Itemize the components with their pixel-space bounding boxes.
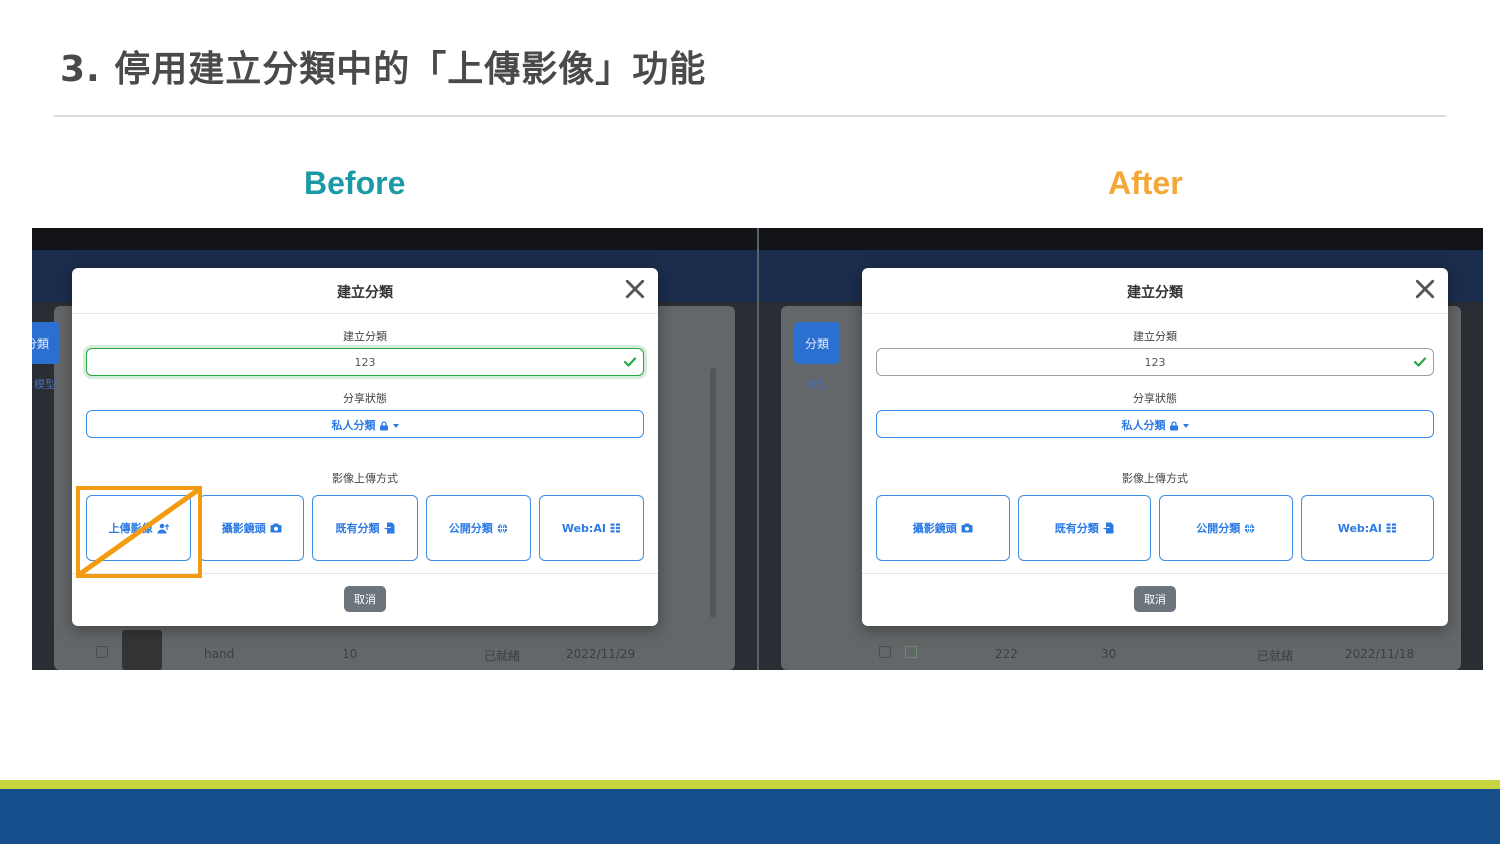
disabled-strike-annotation bbox=[76, 486, 202, 578]
sidebar-item-model[interactable]: 模型 bbox=[34, 376, 56, 392]
after-label: After bbox=[1108, 165, 1183, 201]
grid-icon bbox=[610, 523, 620, 533]
camera-icon bbox=[270, 523, 282, 533]
row-count: 30 bbox=[1101, 647, 1117, 661]
camera-button[interactable]: 攝影鏡頭 bbox=[876, 495, 1010, 561]
row-count: 10 bbox=[342, 647, 358, 661]
footer-band bbox=[0, 789, 1500, 844]
lock-icon bbox=[1169, 421, 1178, 431]
app-topbar bbox=[759, 228, 1483, 250]
lock-icon bbox=[379, 421, 388, 431]
modal-title: 建立分類 bbox=[337, 285, 393, 301]
cancel-button[interactable]: 取消 bbox=[344, 586, 386, 612]
share-status-select[interactable]: 私人分類 bbox=[876, 410, 1434, 438]
public-category-button[interactable]: 公開分類 bbox=[1159, 495, 1293, 561]
app-topbar bbox=[32, 228, 757, 250]
globe-icon bbox=[1244, 522, 1255, 534]
slide-title: 3. 停用建立分類中的「上傳影像」功能 bbox=[60, 49, 707, 90]
title-divider bbox=[54, 115, 1446, 117]
row-checkbox[interactable] bbox=[96, 646, 108, 658]
sidebar-item-model[interactable]: 模型 bbox=[805, 376, 827, 392]
grid-icon bbox=[1386, 523, 1396, 533]
category-name-value: 123 bbox=[1144, 356, 1166, 369]
row-thumbnail bbox=[122, 630, 162, 670]
web-ai-button[interactable]: Web:AI bbox=[1300, 495, 1434, 561]
check-icon bbox=[623, 357, 637, 367]
category-name-input[interactable]: 123 bbox=[876, 348, 1434, 376]
row-name: 222 bbox=[995, 647, 1018, 661]
category-name-label: 建立分類 bbox=[343, 330, 387, 343]
upload-method-group: 攝影鏡頭 既有分類 公開分類 Web:AI bbox=[876, 495, 1434, 561]
modal-header: 建立分類 bbox=[862, 268, 1448, 314]
cancel-button[interactable]: 取消 bbox=[1134, 586, 1176, 612]
category-name-label: 建立分類 bbox=[1133, 330, 1177, 343]
chevron-down-icon bbox=[1182, 424, 1189, 428]
upload-method-label: 影像上傳方式 bbox=[1122, 472, 1188, 485]
chevron-down-icon bbox=[392, 424, 399, 428]
check-icon bbox=[1413, 357, 1427, 367]
close-icon[interactable] bbox=[624, 278, 646, 300]
category-name-value: 123 bbox=[354, 356, 376, 369]
web-ai-button[interactable]: Web:AI bbox=[538, 495, 645, 561]
category-name-input[interactable]: 123 bbox=[86, 348, 644, 376]
share-status-value: 私人分類 bbox=[1121, 419, 1166, 432]
sidebar-item-category[interactable]: 分類 bbox=[794, 322, 840, 364]
share-status-select[interactable]: 私人分類 bbox=[86, 410, 644, 438]
sidebar-item-category[interactable]: 分類 bbox=[32, 322, 60, 364]
footer-accent-stripe bbox=[0, 780, 1500, 789]
row-date: 2022/11/18 bbox=[1345, 647, 1415, 661]
create-category-modal: 建立分類 建立分類 123 分享狀態 私人分類 影像上傳方式 攝影鏡頭 既有分類 bbox=[862, 268, 1448, 626]
file-import-icon bbox=[384, 522, 394, 534]
before-screenshot: 分類 模型 hand 10 已就緒 2022/11/29 建立分類 建立分類 1… bbox=[32, 228, 757, 670]
file-import-icon bbox=[1103, 522, 1114, 534]
scrollbar[interactable] bbox=[710, 368, 716, 618]
row-name: hand bbox=[204, 647, 235, 661]
close-icon[interactable] bbox=[1414, 278, 1436, 300]
existing-category-button[interactable]: 既有分類 bbox=[1017, 495, 1151, 561]
row-status: 已就緒 bbox=[1257, 649, 1294, 663]
row-status: 已就緒 bbox=[484, 649, 521, 663]
modal-footer-divider bbox=[862, 573, 1448, 574]
share-status-label: 分享狀態 bbox=[343, 392, 387, 405]
camera-button[interactable]: 攝影鏡頭 bbox=[199, 495, 305, 561]
table-row[interactable]: hand 10 已就緒 2022/11/29 bbox=[92, 630, 727, 670]
share-status-label: 分享狀態 bbox=[1133, 392, 1177, 405]
modal-title: 建立分類 bbox=[1127, 285, 1183, 301]
before-label: Before bbox=[304, 165, 406, 201]
camera-icon bbox=[961, 523, 973, 533]
row-broken-image-icon bbox=[905, 646, 917, 658]
existing-category-button[interactable]: 既有分類 bbox=[312, 495, 418, 561]
share-status-value: 私人分類 bbox=[331, 419, 376, 432]
row-date: 2022/11/29 bbox=[566, 647, 636, 661]
table-row[interactable]: 222 30 已就緒 2022/11/18 bbox=[855, 636, 1453, 670]
globe-icon bbox=[497, 522, 508, 534]
after-screenshot: 分類 模型 222 30 已就緒 2022/11/18 建立分類 建立分類 12… bbox=[757, 228, 1483, 670]
public-category-button[interactable]: 公開分類 bbox=[425, 495, 531, 561]
row-checkbox[interactable] bbox=[879, 646, 891, 658]
strike-through-icon bbox=[80, 490, 198, 574]
modal-header: 建立分類 bbox=[72, 268, 658, 314]
upload-method-label: 影像上傳方式 bbox=[332, 472, 398, 485]
